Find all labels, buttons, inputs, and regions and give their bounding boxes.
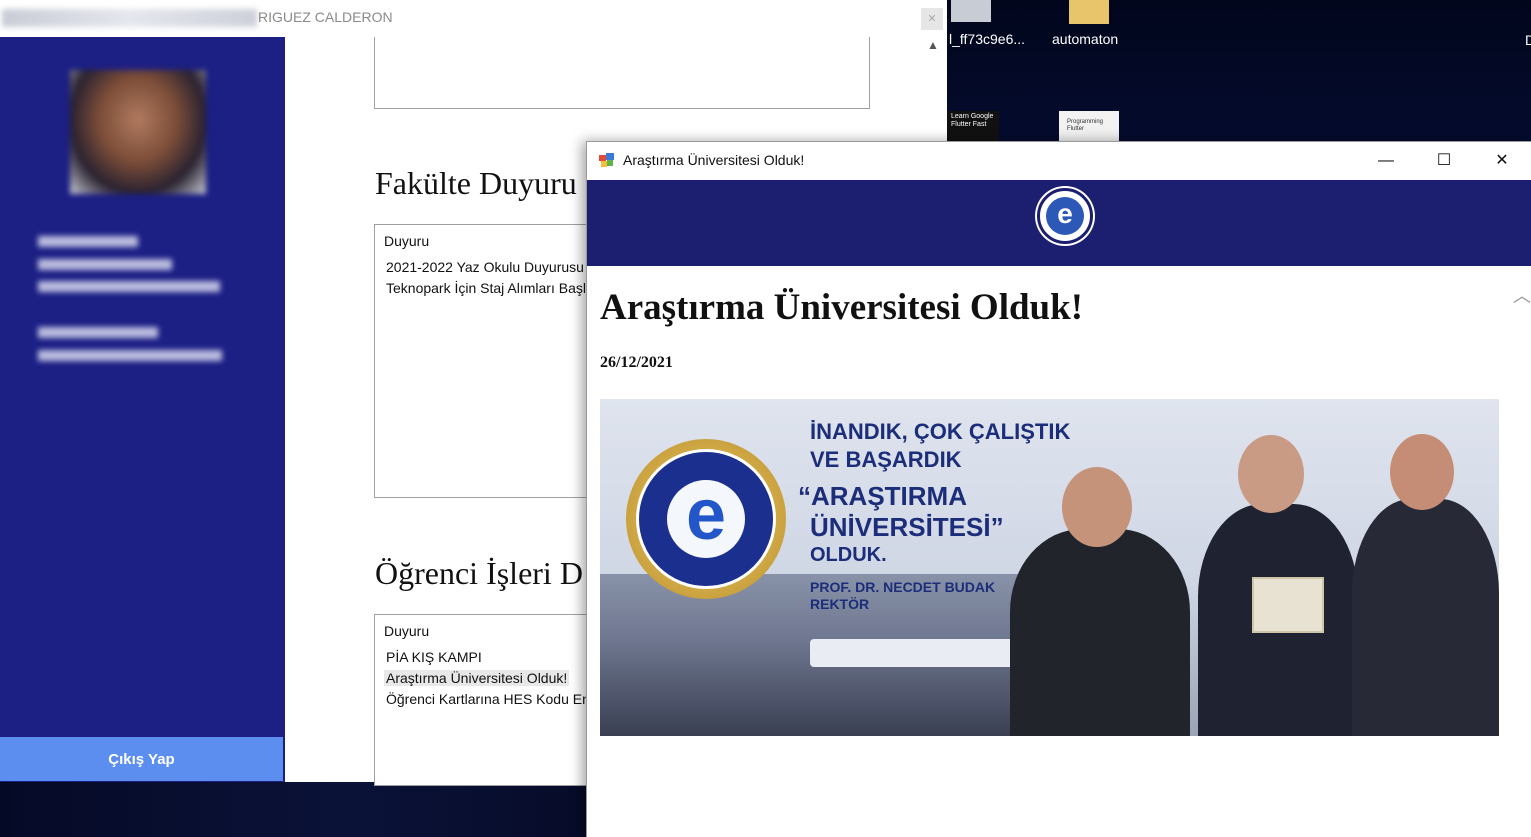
book-title-2: Programming Flutter bbox=[1067, 119, 1104, 132]
book-thumbnail-2[interactable]: Programming Flutter bbox=[1059, 111, 1119, 145]
column-header[interactable]: Duyuru bbox=[384, 623, 429, 639]
scroll-up-chevron-icon[interactable]: ︿ bbox=[1513, 282, 1531, 308]
desktop-file-icon[interactable] bbox=[951, 0, 991, 22]
column-header[interactable]: Duyuru bbox=[384, 233, 429, 249]
window-title: RIGUEZ CALDERON bbox=[258, 9, 393, 25]
person-right-head bbox=[1390, 434, 1454, 510]
banner-badge: e bbox=[636, 449, 776, 589]
person-right bbox=[1352, 499, 1499, 736]
minimize-button[interactable]: — bbox=[1357, 142, 1415, 180]
person-left bbox=[1010, 529, 1190, 736]
taskbar-area bbox=[0, 782, 590, 837]
maximize-button[interactable]: ☐ bbox=[1415, 142, 1473, 180]
book-title-1: Learn Google Flutter Fast bbox=[951, 113, 994, 128]
article-banner-image: e İNANDIK, ÇOK ÇALIŞTIK VE BAŞARDIK “ARA… bbox=[600, 399, 1499, 736]
blurred-student-name bbox=[38, 259, 172, 270]
blurred-student-number bbox=[38, 236, 138, 247]
logout-button[interactable]: Çıkış Yap bbox=[0, 737, 283, 781]
banner-line-2: VE BAŞARDIK bbox=[810, 447, 962, 472]
article-window-titlebar: Araştırma Üniversitesi Olduk! — ☐ ✕ bbox=[587, 142, 1531, 180]
banner-line-3: OLDUK. bbox=[810, 544, 887, 566]
student-affairs-title: Öğrenci İşleri D bbox=[375, 555, 583, 591]
person-center-head bbox=[1238, 435, 1304, 513]
desktop-icon-label-2[interactable]: automaton bbox=[1052, 31, 1118, 47]
list-item-selected[interactable]: Araştırma Üniversitesi Olduk! bbox=[384, 670, 570, 686]
list-item[interactable]: Teknopark İçin Staj Alımları Başlam bbox=[384, 280, 607, 296]
app-icon bbox=[599, 153, 614, 167]
list-item[interactable]: 2021-2022 Yaz Okulu Duyurusu bbox=[384, 259, 586, 275]
top-listbox[interactable] bbox=[374, 37, 870, 109]
banner-quote-1: “ARAŞTIRMA bbox=[798, 481, 967, 511]
desktop-icon-label-1[interactable]: l_ff73c9e6... bbox=[949, 31, 1025, 47]
close-button[interactable]: ✕ bbox=[1473, 142, 1531, 180]
article-date: 26/12/2021 bbox=[600, 354, 673, 371]
blurred-phone bbox=[38, 327, 158, 338]
article-window-title: Araştırma Üniversitesi Olduk! bbox=[623, 152, 805, 168]
blurred-student-surname bbox=[38, 281, 220, 292]
article-window: Araştırma Üniversitesi Olduk! — ☐ ✕ e Ar… bbox=[586, 141, 1531, 837]
list-item[interactable]: PİA KIŞ KAMPI bbox=[384, 649, 484, 665]
faculty-announcements-title: Fakülte Duyuru bbox=[375, 165, 577, 201]
banner-quote-2: ÜNİVERSİTESİ” bbox=[810, 512, 1004, 542]
desktop-background: l_ff73c9e6... automaton Learn Google Flu… bbox=[947, 0, 1531, 145]
banner-badge-letter: e bbox=[667, 479, 745, 558]
person-left-head bbox=[1062, 467, 1132, 547]
banner-table bbox=[810, 639, 1030, 667]
university-header: e bbox=[587, 180, 1531, 266]
university-logo[interactable]: e bbox=[1037, 188, 1093, 244]
list-item[interactable]: Öğrenci Kartlarına HES Kodu Ente bbox=[384, 691, 604, 707]
banner-signer-role: REKTÖR bbox=[810, 596, 870, 612]
book-thumbnail-1[interactable]: Learn Google Flutter Fast bbox=[947, 111, 999, 145]
student-photo bbox=[70, 70, 206, 194]
desktop-edge-glyph: D bbox=[1525, 32, 1531, 48]
article-title: Araştırma Üniversitesi Olduk! bbox=[600, 287, 1084, 328]
blurred-title-prefix bbox=[2, 9, 257, 27]
close-button[interactable]: ✕ bbox=[921, 8, 943, 30]
sidebar: Çıkış Yap bbox=[0, 37, 285, 782]
banner-line-1: İNANDIK, ÇOK ÇALIŞTIK bbox=[810, 419, 1071, 444]
blurred-email bbox=[38, 350, 222, 361]
scroll-up-arrow-icon[interactable]: ▲ bbox=[927, 38, 939, 52]
banner-signer: PROF. DR. NECDET BUDAK bbox=[810, 579, 996, 595]
window-titlebar: RIGUEZ CALDERON ✕ bbox=[0, 0, 947, 37]
folder-icon[interactable] bbox=[1069, 0, 1109, 24]
logo-letter: e bbox=[1046, 197, 1084, 235]
award-plaque bbox=[1252, 577, 1324, 633]
